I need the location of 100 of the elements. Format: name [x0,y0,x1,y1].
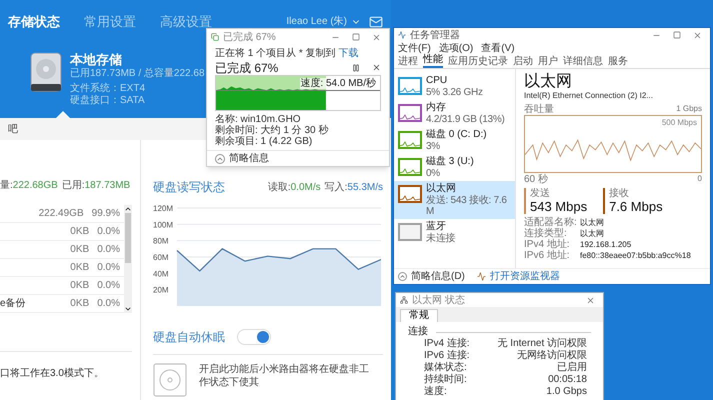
resource-detail: 4.2/31.9 GB (13%) [426,114,505,125]
resource-item[interactable]: 以太网 发送: 543 接收: 7.6 M [394,181,515,219]
status-value: 无 Internet 访问权限 [498,338,587,350]
tab[interactable]: 进程 [398,56,418,68]
partition-size: 0KB [70,279,90,293]
resource-item[interactable]: 磁盘 3 (U:) 0% [394,154,515,181]
resource-name: CPU [426,75,448,87]
menu-item[interactable]: 选项(O) [438,42,474,54]
collapse-icon[interactable] [398,272,407,281]
stat-value: 7.6 Mbps [609,199,663,214]
collapse-icon[interactable] [215,154,225,164]
window-title: 已完成 67% [223,30,276,44]
partition-percent: 99.9% [92,207,120,221]
menu-item[interactable]: 查看(V) [481,42,515,54]
resource-monitor-link[interactable]: 打开资源监视器 [490,269,560,284]
sleep-toggle[interactable] [237,329,271,345]
chart-title: 硬盘读写状态 [153,179,225,196]
hard-drive-icon [30,52,62,92]
tab[interactable]: 常规 [400,309,438,322]
resource-detail: 3% [426,141,441,152]
resource-detail: 发送: 543 接收: 7.6 M [426,195,508,217]
fewer-details-link[interactable]: 简略信息(D) [411,269,465,284]
copy-detail: 剩余时间: 大约 1 分 30 秒 [215,125,330,136]
time-span: 60 秒 [524,174,548,184]
property-label: 连接类型: [524,228,568,239]
destination-link[interactable]: 下载 [338,48,358,59]
tab[interactable]: 服务 [608,56,628,68]
partition-percent: 0.0% [97,225,120,239]
capacity-text: 已用:187.73MB [62,179,130,193]
resource-item[interactable]: 内存 4.2/31.9 GB (13%) [394,100,515,127]
storage-info: 已用187.73MB / 总容量222.68 [70,68,205,80]
sleep-description: 开启此功能后小米路由器将在硬盘非工作状态下使其 [199,363,369,389]
property-value: 以太网 [580,228,605,239]
sleep-label: 硬盘自动休眠 [153,329,225,346]
resource-name: 磁盘 0 (C: D:) [426,129,487,141]
graph-label: 吞吐量 [524,104,554,114]
close-icon[interactable] [586,296,595,304]
maximize-icon[interactable] [352,33,360,41]
tab[interactable]: 用户 [538,56,558,68]
resource-name: 内存 [426,102,447,114]
status-value: 1.0 Gbps [546,386,587,398]
mail-icon[interactable] [369,14,383,29]
tab[interactable]: 性能 [423,54,443,68]
resource-detail: 未连接 [426,233,456,244]
status-label: 速度: [424,386,447,398]
status-label: 媒体状态: [424,362,467,374]
scroll-up-icon[interactable] [124,205,132,213]
axis-label: 120M [153,204,174,213]
axis-label: 100M [153,220,174,230]
progress-title: 已完成 67% [215,60,278,76]
property-label: IPv4 地址: [524,239,571,250]
storage-title: 本地存储 [70,52,123,68]
resource-item[interactable]: 蓝牙 未连接 [394,219,515,246]
nav-tab[interactable]: 存储状态 [8,12,60,32]
close-icon[interactable] [693,30,702,40]
copy-source-text: 正在将 1 个项目从 * 复制到 [215,48,336,59]
partition-percent: 0.0% [97,279,120,293]
axis-label: 20M [153,286,169,295]
partition-name: e备份 [0,297,26,311]
axis-label: 80M [153,236,169,246]
axis-label: 60M [153,253,169,262]
tab[interactable]: 应用历史记录 [448,56,508,68]
resource-detail: 0% [426,168,441,179]
tab[interactable]: 启动 [513,56,533,68]
time-end: 0 [698,173,702,185]
axis-label: 40M [153,269,169,278]
partition-size: 0KB [70,225,90,239]
maximize-icon[interactable] [673,31,681,39]
scrollbar-thumb[interactable] [125,213,131,263]
resource-name: 以太网 [426,183,457,195]
group-label: 连接 [408,326,428,338]
tab[interactable]: 详细信息 [563,56,603,68]
partition-percent: 0.0% [97,297,120,311]
resource-item[interactable]: CPU 5% 3.26 GHz [394,73,515,100]
partition-size: 0KB [70,243,90,257]
status-value: 已启用 [557,362,587,374]
status-label: IPv4 连接: [424,338,470,350]
partition-percent: 0.0% [97,261,120,275]
rate-text: 写入:55.3M/s [324,180,383,194]
scrollbar[interactable] [124,205,132,313]
property-value: 192.168.1.205 [580,239,632,250]
stat-value: 543 Mbps [530,199,588,214]
resource-name: 蓝牙 [426,221,447,232]
resource-item[interactable]: 磁盘 0 (C: D:) 3% [394,127,515,154]
partition-size: 0KB [70,261,90,275]
copy-icon [211,33,219,41]
partition-percent: 0.0% [97,243,120,257]
scroll-down-icon[interactable] [124,305,132,313]
network-icon [400,296,408,304]
menu-item[interactable]: 文件(F) [398,42,431,54]
partition-size: 222.49GB [38,207,84,221]
monitor-icon [476,272,486,281]
less-details-link[interactable]: 简略信息 [229,151,269,166]
property-label: 适配器名称: [524,217,578,228]
pause-icon[interactable] [352,64,360,72]
cancel-icon[interactable] [372,63,381,72]
close-icon[interactable] [372,32,381,42]
status-label: 持续时间: [424,374,467,386]
section-label: 吧 [8,122,18,136]
usb-note: 口将工作在3.0模式下。 [0,368,104,379]
